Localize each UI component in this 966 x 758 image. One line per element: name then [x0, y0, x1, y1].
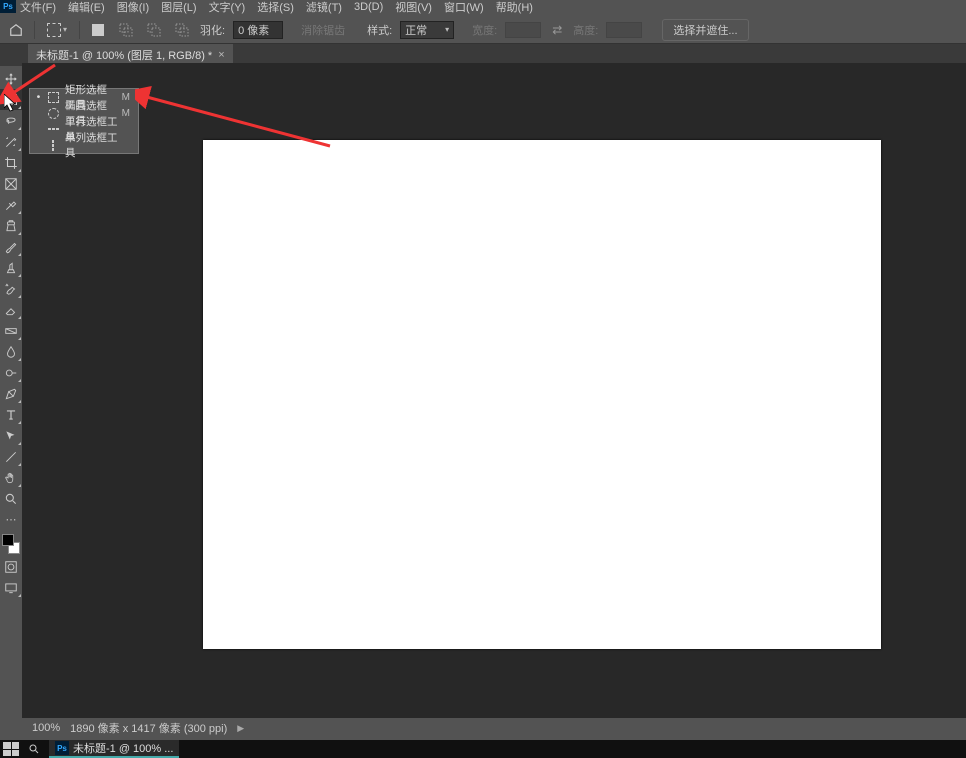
windows-taskbar: Ps 未标题-1 @ 100% ... [0, 740, 966, 758]
anti-alias-checkbox: 消除锯齿 [301, 22, 345, 38]
divider [79, 21, 80, 39]
menu-type[interactable]: 文字(Y) [207, 0, 248, 15]
style-label: 样式: [367, 22, 392, 38]
history-brush-tool[interactable] [0, 278, 22, 299]
chevron-right-icon[interactable]: ▶ [237, 723, 244, 734]
swap-dimensions-icon: ⇄ [549, 23, 565, 37]
marquee-tool[interactable] [0, 89, 22, 110]
feather-label: 羽化: [200, 22, 225, 38]
taskbar-search-icon[interactable] [25, 741, 43, 757]
add-selection-mode[interactable] [116, 20, 136, 40]
new-selection-mode[interactable] [88, 20, 108, 40]
zoom-level[interactable]: 100% [32, 722, 60, 734]
height-label: 高度: [573, 22, 598, 38]
rect-marquee-icon [47, 91, 59, 103]
marquee-tool-flyout: • 矩形选框工具 M 椭圆选框工具 M 单行选框工具 单列选框工具 [29, 88, 139, 154]
height-input-disabled [606, 22, 642, 38]
more-tools[interactable]: ⋯ [0, 509, 22, 530]
blur-tool[interactable] [0, 341, 22, 362]
divider [34, 21, 35, 39]
quick-mask-toggle[interactable] [0, 556, 22, 577]
close-tab-icon[interactable]: × [218, 49, 224, 61]
home-button[interactable] [6, 20, 26, 40]
intersect-selection-mode[interactable] [172, 20, 192, 40]
foreground-color-swatch[interactable] [2, 534, 14, 546]
flyout-label: 单列选框工具 [65, 130, 124, 160]
tool-panel: ⋯ [0, 68, 22, 598]
taskbar-app-label: 未标题-1 @ 100% ... [73, 740, 173, 756]
single-col-marquee-icon [47, 139, 59, 151]
move-tool[interactable] [0, 68, 22, 89]
lasso-tool[interactable] [0, 110, 22, 131]
gradient-tool[interactable] [0, 320, 22, 341]
feather-input[interactable] [233, 21, 283, 39]
hand-tool[interactable] [0, 467, 22, 488]
status-bar: 100% 1890 像素 x 1417 像素 (300 ppi) ▶ [22, 720, 966, 736]
eraser-tool[interactable] [0, 299, 22, 320]
chevron-down-icon: ▾ [445, 25, 449, 34]
menu-help[interactable]: 帮助(H) [494, 0, 535, 15]
frame-tool[interactable] [0, 173, 22, 194]
select-and-mask-button[interactable]: 选择并遮住... [662, 19, 748, 41]
doc-dimensions: 1890 像素 x 1417 像素 (300 ppi) [70, 720, 227, 736]
document-canvas[interactable] [203, 140, 881, 649]
screen-mode-toggle[interactable] [0, 577, 22, 598]
type-tool[interactable] [0, 404, 22, 425]
active-tool-indicator[interactable]: ▾ [43, 21, 71, 39]
brush-tool[interactable] [0, 236, 22, 257]
crop-tool[interactable] [0, 152, 22, 173]
chevron-down-icon: ▾ [63, 25, 67, 34]
flyout-item-single-col-marquee[interactable]: 单列选框工具 [30, 137, 138, 153]
menu-3d[interactable]: 3D(D) [352, 1, 385, 13]
color-swatches[interactable] [0, 530, 22, 556]
app-icon: Ps [0, 0, 16, 13]
menu-view[interactable]: 视图(V) [393, 0, 434, 15]
zoom-tool[interactable] [0, 488, 22, 509]
magic-wand-tool[interactable] [0, 131, 22, 152]
subtract-selection-mode[interactable] [144, 20, 164, 40]
spot-heal-tool[interactable] [0, 215, 22, 236]
pen-tool[interactable] [0, 383, 22, 404]
taskbar-app-photoshop[interactable]: Ps 未标题-1 @ 100% ... [49, 740, 179, 758]
canvas-area [22, 63, 966, 718]
document-tab-title: 未标题-1 @ 100% (图层 1, RGB/8) * [36, 47, 212, 63]
ellipse-marquee-icon [47, 107, 59, 119]
menu-select[interactable]: 选择(S) [255, 0, 296, 15]
options-bar: ▾ 羽化: 消除锯齿 样式: 正常 ▾ 宽度: ⇄ 高度: 选择并遮住... [0, 16, 966, 44]
menu-bar: 文件(F) 编辑(E) 图像(I) 图层(L) 文字(Y) 选择(S) 滤镜(T… [0, 0, 966, 14]
active-dot-icon: • [36, 91, 41, 103]
flyout-shortcut: M [122, 92, 132, 103]
width-label: 宽度: [472, 22, 497, 38]
single-row-marquee-icon [47, 123, 59, 135]
menu-layer[interactable]: 图层(L) [159, 0, 198, 15]
line-tool[interactable] [0, 446, 22, 467]
start-button[interactable] [3, 742, 19, 756]
photoshop-icon: Ps [55, 741, 69, 755]
menu-filter[interactable]: 滤镜(T) [304, 0, 344, 15]
menu-image[interactable]: 图像(I) [115, 0, 151, 15]
menu-window[interactable]: 窗口(W) [442, 0, 486, 15]
width-input-disabled [505, 22, 541, 38]
path-select-tool[interactable] [0, 425, 22, 446]
dodge-tool[interactable] [0, 362, 22, 383]
style-select-value: 正常 [405, 22, 427, 38]
marquee-icon [47, 23, 61, 37]
menu-file[interactable]: 文件(F) [18, 0, 58, 15]
style-select[interactable]: 正常 ▾ [400, 21, 454, 39]
menu-edit[interactable]: 编辑(E) [66, 0, 107, 15]
eyedropper-tool[interactable] [0, 194, 22, 215]
clone-stamp-tool[interactable] [0, 257, 22, 278]
